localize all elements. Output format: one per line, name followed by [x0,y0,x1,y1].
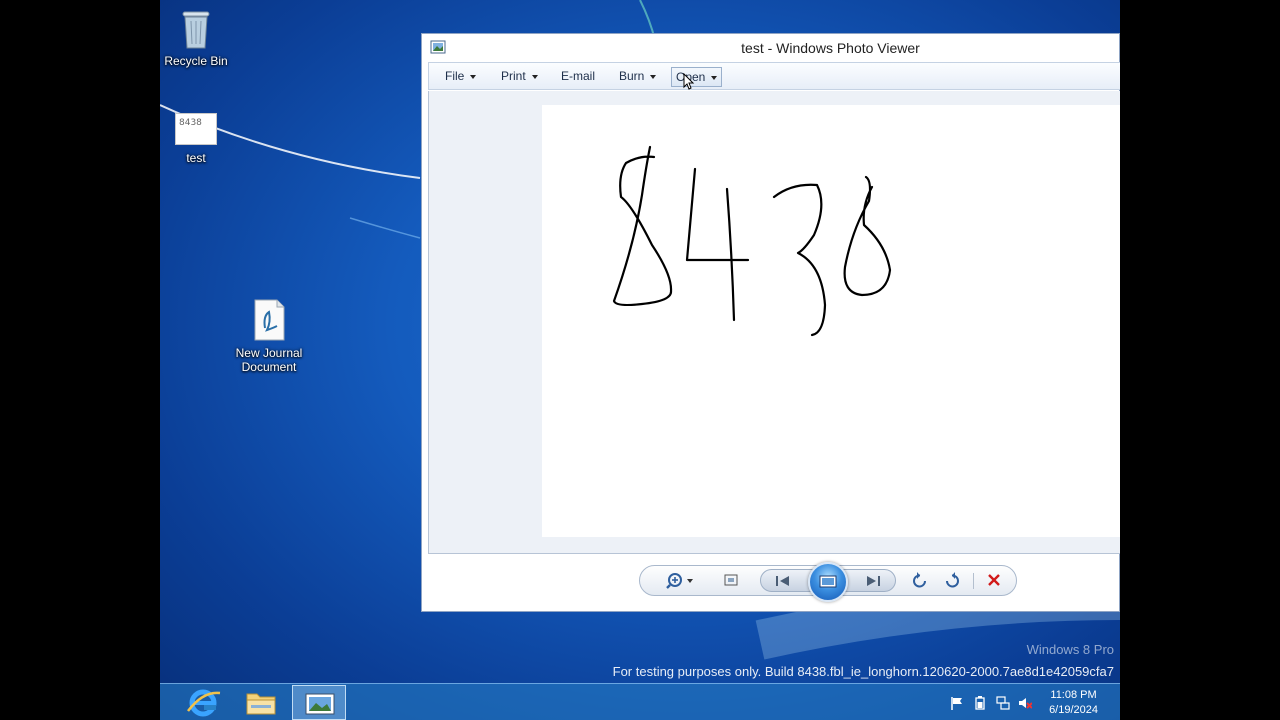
command-bar: File Print E-mail Burn Open [428,62,1120,90]
displayed-image [542,105,1120,537]
edition-watermark: Windows 8 Pro [1026,642,1114,657]
photo-viewer-window: test - Windows Photo Viewer File Print E… [421,33,1120,612]
build-watermark: For testing purposes only. Build 8438.fb… [612,664,1114,679]
volume-muted-icon[interactable] [1018,696,1032,710]
menu-open[interactable]: Open [671,67,723,87]
chevron-down-icon [711,75,718,80]
journal-document-icon [254,299,285,341]
test-thumbnail: 8438 [175,113,217,145]
slideshow-button[interactable] [808,562,848,602]
test-label: test [186,151,206,165]
mouse-cursor-icon [683,73,695,90]
taskbar-photo-viewer[interactable] [292,685,346,720]
playback-controls [639,562,1017,602]
journal-document-label: New Journal Document [235,346,303,374]
menu-burn[interactable]: Burn [619,69,657,85]
flag-icon[interactable] [950,696,964,710]
previous-icon[interactable] [775,574,791,588]
rotate-cw-icon[interactable] [944,571,960,591]
window-title: test - Windows Photo Viewer [741,40,920,56]
chevron-down-icon [470,74,477,79]
image-viewport [428,91,1120,554]
clock-time: 11:08 PM [1050,689,1097,701]
chevron-down-icon [650,74,657,79]
title-bar[interactable]: test - Windows Photo Viewer [422,34,1119,62]
chevron-down-icon [531,74,538,79]
menu-print[interactable]: Print [501,69,538,85]
clock-date: 6/19/2024 [1049,704,1098,716]
internet-explorer-icon [187,689,221,717]
recycle-bin-label: Recycle Bin [164,54,228,68]
handwritten-digits-image [612,145,892,337]
recycle-bin-desktop-icon[interactable]: Recycle Bin [160,6,236,68]
photo-viewer-icon [305,693,335,715]
recycle-bin-icon [182,11,210,49]
taskbar-internet-explorer[interactable] [176,685,230,720]
menu-print-label: Print [501,69,526,83]
rotate-ccw-icon[interactable] [912,571,928,591]
menu-file[interactable]: File [445,69,477,85]
slideshow-icon [819,575,837,588]
file-explorer-icon [246,693,276,715]
power-icon[interactable] [973,696,987,710]
test-image-desktop-icon[interactable]: 8438 test [160,113,236,165]
next-icon[interactable] [865,574,881,588]
network-icon[interactable] [996,696,1010,710]
desktop: Recycle Bin 8438 test New Journal Docume… [160,0,1120,720]
zoom-icon[interactable] [666,571,696,591]
taskbar: 11:08 PM 6/19/2024 [160,683,1120,720]
taskbar-file-explorer[interactable] [234,685,288,720]
journal-document-desktop-icon[interactable]: New Journal Document [229,298,309,374]
menu-file-label: File [445,69,465,83]
menu-email[interactable]: E-mail [561,69,595,85]
system-clock[interactable]: 11:08 PM 6/19/2024 [1049,688,1098,718]
menu-burn-label: Burn [619,69,645,83]
delete-icon[interactable] [986,571,1002,591]
separator [973,573,974,589]
fit-window-icon[interactable] [722,571,740,591]
menu-email-label: E-mail [561,69,596,83]
